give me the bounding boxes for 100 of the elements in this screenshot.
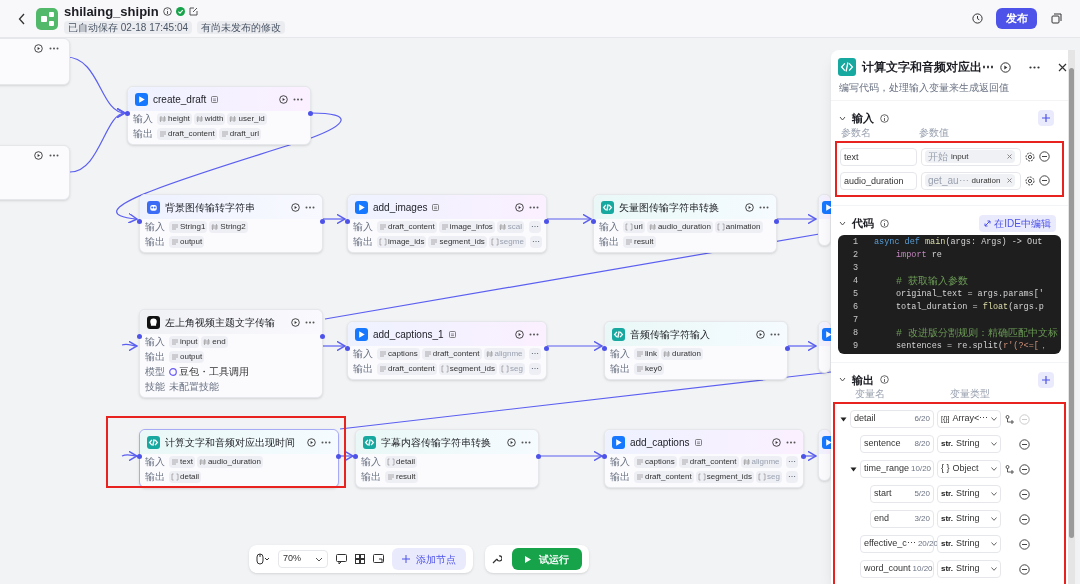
- port-name: draft_content: [388, 362, 435, 375]
- chevron-down-icon[interactable]: [839, 220, 846, 226]
- port-name: alignme: [494, 347, 523, 360]
- source-label: get_au⋯: [928, 174, 969, 188]
- run-icon[interactable]: [515, 202, 524, 212]
- info-icon[interactable]: [162, 7, 172, 16]
- edit-icon[interactable]: [188, 7, 198, 16]
- more-ports-button[interactable]: ⋯: [529, 220, 541, 233]
- more-icon[interactable]: [770, 332, 780, 336]
- plugin-badge-icon: [694, 438, 702, 446]
- more-icon[interactable]: [49, 46, 59, 50]
- port-name: detail: [396, 455, 416, 468]
- run-icon[interactable]: [507, 437, 516, 447]
- duplicate-icon[interactable]: [1051, 13, 1062, 24]
- port-name: scal: [507, 220, 523, 233]
- more-icon[interactable]: [1029, 65, 1040, 69]
- node-card[interactable]: add_images 输入 draft_content image_infos scal ⋯ 输出 image_ids segment_ids segme ⋯: [347, 194, 547, 253]
- more-icon[interactable]: [521, 440, 531, 444]
- node-card[interactable]: [818, 321, 831, 373]
- run-icon[interactable]: [756, 329, 765, 339]
- wrench-icon[interactable]: [492, 554, 502, 564]
- node-card[interactable]: 计算文字和音频对应出现时间 输入 text audio_duration 输出 detail: [139, 429, 339, 488]
- add-button[interactable]: [1038, 110, 1054, 127]
- more-ports-button[interactable]: ⋯: [786, 455, 798, 468]
- scrollbar-thumb[interactable]: [1069, 68, 1074, 538]
- more-icon[interactable]: [305, 205, 315, 209]
- node-card[interactable]: 矢量图传输字符串转换 输入 url audio_duration animation 输出 result: [593, 194, 777, 253]
- settings-icon[interactable]: [1025, 175, 1035, 186]
- node-title: 字幕内容传输字符串转换: [381, 435, 491, 450]
- code-editor[interactable]: 1 async def main(args: Args) -> Out 2 import re 3 4 # 获取输入参数 5 original_text = args.params[' 6 total_duration = float(args.p 7 8 # 改进版分割规则：精确匹配中文标 9 sentences = re.split(r'(?<=[，: [838, 234, 1061, 354]
- run-icon[interactable]: [772, 437, 781, 447]
- port-name: draft_url: [229, 127, 260, 140]
- add-child-icon[interactable]: [1005, 414, 1015, 424]
- node-card[interactable]: add_captions_1 输入 captions draft_content alignme ⋯ 输出 draft_content segment_ids seg ⋯: [347, 321, 547, 380]
- mouse-icon[interactable]: [256, 553, 270, 565]
- node-card[interactable]: [818, 429, 831, 481]
- zoom-select[interactable]: 70%: [278, 550, 328, 568]
- code-icon: [147, 435, 160, 449]
- back-icon[interactable]: [18, 12, 26, 25]
- run-icon[interactable]: [279, 94, 288, 104]
- run-icon[interactable]: [745, 202, 754, 212]
- run-icon[interactable]: [515, 329, 524, 339]
- row-label: 输出: [610, 470, 631, 483]
- more-icon[interactable]: [321, 440, 331, 444]
- more-ports-button[interactable]: ⋯: [529, 347, 541, 360]
- info-icon[interactable]: [880, 218, 889, 228]
- node-card[interactable]: [0, 38, 70, 85]
- more-icon[interactable]: [305, 320, 315, 324]
- section-title: 代码: [852, 215, 874, 231]
- node-card[interactable]: [818, 194, 831, 246]
- port-name: text: [180, 455, 193, 468]
- layout-icon[interactable]: [355, 554, 365, 564]
- node-card[interactable]: create_draft 输入 height width user_id 输出 draft_content draft_url: [127, 86, 311, 145]
- more-icon[interactable]: [49, 153, 59, 157]
- run-icon[interactable]: [307, 437, 316, 447]
- parameter-value-field[interactable]: get_au⋯ duration: [921, 171, 1021, 190]
- port-name: result: [396, 470, 416, 483]
- run-icon[interactable]: [291, 202, 300, 212]
- more-icon[interactable]: [759, 205, 769, 209]
- run-icon[interactable]: [291, 317, 300, 327]
- ide-edit-button[interactable]: 在IDE中编辑: [979, 214, 1056, 232]
- add-button[interactable]: [1038, 371, 1054, 388]
- add-child-icon[interactable]: [1005, 464, 1015, 474]
- parameter-name-field[interactable]: text: [840, 147, 917, 166]
- chevron-down-icon[interactable]: [839, 115, 846, 121]
- panel-title: 计算文字和音频对应出⋯: [862, 59, 994, 76]
- chevron-down-icon[interactable]: [839, 377, 846, 383]
- node-card[interactable]: [0, 145, 70, 200]
- node-card[interactable]: add_captions 输入 captions draft_content alignme ⋯ 输出 draft_content segment_ids seg ⋯: [604, 429, 804, 488]
- type-icon: str.: [941, 488, 953, 500]
- close-icon[interactable]: [1058, 62, 1067, 72]
- settings-icon[interactable]: [1025, 151, 1035, 162]
- parameter-name-field[interactable]: audio_duration: [840, 171, 917, 190]
- more-ports-button[interactable]: ⋯: [529, 362, 541, 375]
- more-icon[interactable]: [293, 97, 303, 101]
- run-icon[interactable]: [34, 150, 43, 160]
- run-icon[interactable]: [1000, 61, 1011, 73]
- remove-icon[interactable]: [1039, 151, 1050, 162]
- info-icon[interactable]: [880, 375, 889, 385]
- more-ports-button[interactable]: ⋯: [786, 470, 798, 483]
- parameter-value-field[interactable]: 开始 input: [921, 147, 1021, 166]
- remove-icon[interactable]: [1039, 175, 1050, 186]
- info-icon[interactable]: [880, 113, 889, 123]
- publish-button[interactable]: 发布: [996, 8, 1037, 29]
- section-title: 输出: [852, 372, 874, 388]
- more-ports-button[interactable]: ⋯: [529, 235, 542, 248]
- history-icon[interactable]: [972, 13, 983, 24]
- node-card[interactable]: 音频传输字符输入 输入 link duration 输出 key0: [604, 321, 788, 380]
- node-card[interactable]: 背景图传输转字符串 输入 String1 String2 输出 output: [139, 194, 323, 253]
- comment-icon[interactable]: [336, 554, 347, 564]
- run-icon[interactable]: [34, 43, 43, 53]
- node-card[interactable]: 字幕内容传输字符串转换 输入 detail 输出 result: [355, 429, 539, 488]
- minimap-icon[interactable]: [373, 554, 384, 564]
- variable-name: duration: [971, 174, 1001, 187]
- add-node-button[interactable]: 添加节点: [392, 548, 466, 570]
- more-icon[interactable]: [529, 332, 539, 336]
- more-icon[interactable]: [529, 205, 539, 209]
- more-icon[interactable]: [786, 440, 796, 444]
- node-card[interactable]: 左上角视频主题文字传输 输入 input end 输出 output 模型 豆包・工具调用 技能 未配置技能: [139, 309, 323, 398]
- port-name: String2: [220, 220, 246, 233]
